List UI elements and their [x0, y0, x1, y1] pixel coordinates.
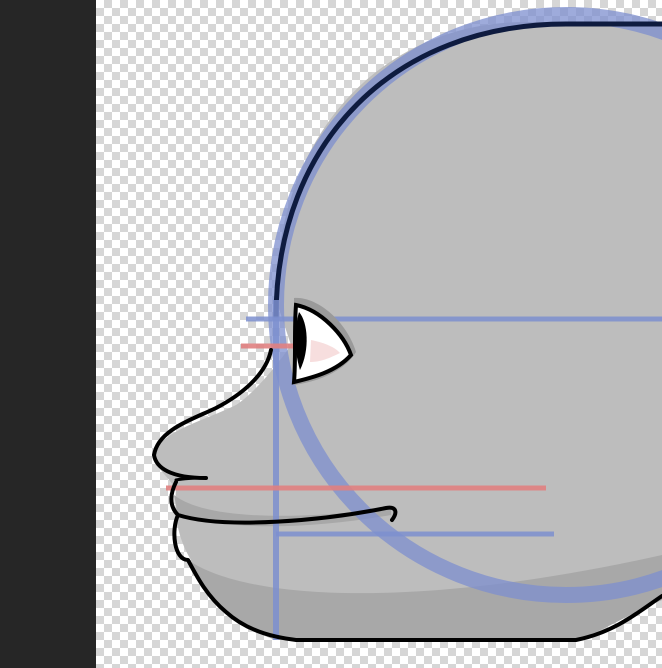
- drawing-app-window: [0, 0, 662, 668]
- drawing-canvas[interactable]: [96, 0, 662, 668]
- left-toolbar-panel: [0, 0, 96, 668]
- head-sketch-artwork: [152, 7, 662, 642]
